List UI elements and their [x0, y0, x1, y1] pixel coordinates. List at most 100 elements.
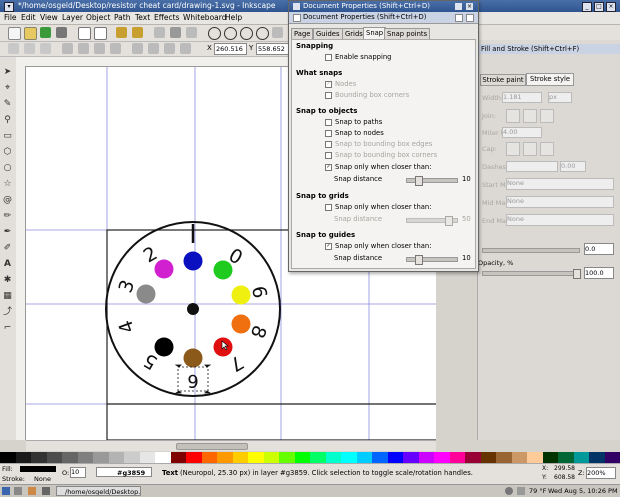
join-bevel-icon[interactable]	[540, 109, 554, 123]
raise-top-icon[interactable]	[132, 43, 143, 54]
palette-swatch[interactable]	[434, 452, 450, 463]
palette-swatch[interactable]	[372, 452, 388, 463]
dock-icon[interactable]	[293, 14, 301, 22]
close-icon[interactable]: ×	[606, 2, 616, 12]
dialog-minimize-icon[interactable]	[455, 3, 462, 10]
start-menu-icon[interactable]	[2, 487, 10, 495]
menu-edit[interactable]: Edit	[21, 13, 36, 22]
palette-swatch[interactable]	[124, 452, 140, 463]
save-icon[interactable]	[40, 27, 51, 38]
clock[interactable]: Wed Aug 5, 10:26 PM	[548, 487, 618, 495]
star-tool-icon[interactable]: ☆	[2, 179, 13, 190]
network-icon[interactable]	[505, 487, 513, 495]
palette-swatch[interactable]	[109, 452, 125, 463]
opacity-slider-knob[interactable]	[573, 269, 581, 279]
dialog-iconify-icon[interactable]	[455, 14, 463, 22]
palette-swatch[interactable]	[140, 452, 156, 463]
palette-swatch[interactable]	[62, 452, 78, 463]
palette-swatch[interactable]	[78, 452, 94, 463]
zoom-field[interactable]: 200%	[586, 467, 616, 479]
blur-slider[interactable]	[482, 248, 580, 253]
width-field[interactable]: 1.181	[502, 92, 542, 103]
open-icon[interactable]	[24, 27, 37, 40]
palette-swatch[interactable]	[171, 452, 187, 463]
new-document-icon[interactable]	[8, 27, 21, 40]
palette-swatch[interactable]	[357, 452, 373, 463]
snap-nodes-checkbox[interactable]: Snap to nodes	[325, 129, 384, 137]
menu-file[interactable]: File	[4, 13, 17, 22]
guide-only-closer-checkbox[interactable]: ✓Snap only when closer than:	[325, 242, 432, 250]
gradient-tool-icon[interactable]: ▦	[2, 291, 13, 302]
menu-effects[interactable]: Effects	[154, 13, 180, 22]
lower-icon[interactable]	[164, 43, 175, 54]
node-tool-icon[interactable]: ⌖	[2, 83, 13, 94]
duplicate-icon[interactable]	[272, 27, 283, 38]
vertical-ruler[interactable]	[16, 66, 26, 440]
dash-pattern-select[interactable]	[506, 161, 558, 172]
pencil-tool-icon[interactable]: ✏	[2, 211, 13, 222]
palette-swatch[interactable]	[264, 452, 280, 463]
snap-bbox-edges-checkbox[interactable]: Snap to bounding box edges	[325, 140, 432, 148]
menu-whiteboard[interactable]: Whiteboard	[183, 13, 226, 22]
zoom-page-icon[interactable]	[240, 27, 253, 40]
nodes-checkbox[interactable]: ✓Nodes	[325, 80, 356, 88]
cut-icon[interactable]	[170, 27, 181, 38]
maximize-icon[interactable]: □	[594, 2, 604, 12]
palette-swatch[interactable]	[47, 452, 63, 463]
palette-swatch[interactable]	[186, 452, 202, 463]
palette-swatch[interactable]	[295, 452, 311, 463]
palette-swatch[interactable]	[388, 452, 404, 463]
menu-help[interactable]: Help	[225, 13, 242, 22]
brown-dot[interactable]	[184, 349, 203, 368]
opacity-field[interactable]: 100.0	[584, 267, 614, 279]
horizontal-scrollbar[interactable]	[26, 440, 436, 451]
palette-swatch[interactable]	[605, 452, 620, 463]
palette-swatch[interactable]	[589, 452, 605, 463]
opacity-status-field[interactable]: 10	[70, 467, 86, 478]
dash-offset-field[interactable]: 0.00	[560, 161, 586, 172]
palette-swatch[interactable]	[279, 452, 295, 463]
paste-icon[interactable]	[186, 27, 197, 38]
palette-swatch[interactable]	[341, 452, 357, 463]
flip-vertical-icon[interactable]	[110, 43, 121, 54]
miter-field[interactable]: 4.00	[502, 127, 542, 138]
tab-stroke-paint[interactable]: Stroke paint	[480, 74, 526, 86]
palette-swatch[interactable]	[16, 452, 32, 463]
zoom-drawing-icon[interactable]	[224, 27, 237, 40]
dialog-menu-icon[interactable]	[293, 3, 300, 10]
redo-icon[interactable]	[132, 27, 143, 38]
palette-swatch[interactable]	[450, 452, 466, 463]
palette-swatch[interactable]	[419, 452, 435, 463]
palette-swatch[interactable]	[31, 452, 47, 463]
pen-tool-icon[interactable]: ✒	[2, 227, 13, 238]
export-icon[interactable]	[94, 27, 107, 40]
select-all-layers-icon[interactable]	[24, 43, 35, 54]
menu-layer[interactable]: Layer	[62, 13, 83, 22]
rotate-ccw-icon[interactable]	[62, 43, 73, 54]
ellipse-tool-icon[interactable]: ○	[2, 163, 13, 174]
palette-swatch[interactable]	[202, 452, 218, 463]
grid-snap-distance-slider[interactable]	[406, 218, 458, 223]
join-round-icon[interactable]	[523, 109, 537, 123]
palette-swatch[interactable]	[543, 452, 559, 463]
grey-dot[interactable]	[137, 285, 156, 304]
window-menu-icon[interactable]: ▾	[4, 2, 14, 12]
palette-swatch[interactable]	[0, 452, 16, 463]
lower-bottom-icon[interactable]	[180, 43, 191, 54]
selector-tool-icon[interactable]: ➤	[2, 67, 13, 78]
grid-slider-knob[interactable]	[445, 216, 453, 226]
taskbar-window-button[interactable]: /home/osgeld/Desktop...	[56, 486, 141, 496]
enable-snapping-checkbox[interactable]: Enable snapping	[325, 53, 391, 61]
raise-icon[interactable]	[148, 43, 159, 54]
show-desktop-icon[interactable]	[14, 487, 22, 495]
palette-swatch[interactable]	[481, 452, 497, 463]
spiral-tool-icon[interactable]: @	[2, 195, 13, 206]
palette-swatch[interactable]	[310, 452, 326, 463]
tweak-tool-icon[interactable]: ✎	[2, 99, 13, 110]
guide-slider-knob[interactable]	[415, 255, 423, 265]
palette-swatch[interactable]	[233, 452, 249, 463]
palette-swatch[interactable]	[403, 452, 419, 463]
layer-select[interactable]: #g3859	[96, 467, 152, 477]
palette-swatch[interactable]	[217, 452, 233, 463]
guide-snap-distance-slider[interactable]	[406, 257, 458, 262]
